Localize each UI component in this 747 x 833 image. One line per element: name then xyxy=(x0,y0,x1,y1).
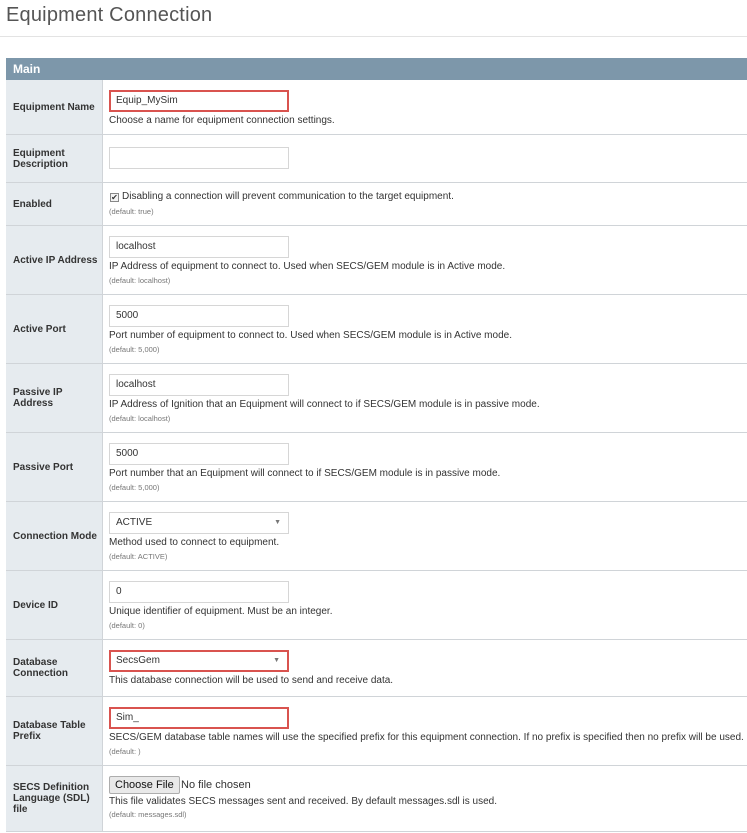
field-label: Enabled xyxy=(6,183,102,225)
field-description: Disabling a connection will prevent comm… xyxy=(122,191,454,202)
form-row-passive-port: Passive Port 5000 Port number that an Eq… xyxy=(6,433,747,502)
equipment-description-input[interactable] xyxy=(109,147,289,169)
field-default: (default: ACTIVE) xyxy=(109,552,168,561)
field-label: Device ID xyxy=(6,571,102,639)
field-description: Method used to connect to equipment. xyxy=(109,537,280,548)
form-row-equipment-name: Equipment Name Equip_MySim Choose a name… xyxy=(6,80,747,135)
form-row-enabled: Enabled ✔ Disabling a connection will pr… xyxy=(6,183,747,226)
field-description: Port number of equipment to connect to. … xyxy=(109,330,512,341)
field-default: (default: localhost) xyxy=(109,414,171,423)
field-default: (default: 0) xyxy=(109,621,145,630)
form-row-connection-mode: Connection Mode ACTIVE ▼ Method used to … xyxy=(6,502,747,571)
passive-port-input[interactable]: 5000 xyxy=(109,443,289,465)
page-title: Equipment Connection xyxy=(6,4,213,26)
field-label: Connection Mode xyxy=(6,502,102,570)
field-label: Passive Port xyxy=(6,433,102,501)
field-default: (default: ) xyxy=(109,747,141,756)
field-value-cell: SecsGem ▼ This database connection will … xyxy=(102,640,747,696)
field-default: (default: messages.sdl) xyxy=(109,810,187,819)
field-description: IP Address of Ignition that an Equipment… xyxy=(109,399,540,410)
form-row-device-id: Device ID 0 Unique identifier of equipme… xyxy=(6,571,747,640)
field-label: Active Port xyxy=(6,295,102,363)
database-connection-select[interactable]: SecsGem ▼ xyxy=(109,650,289,672)
select-value: SecsGem xyxy=(116,655,160,666)
field-value-cell: localhost IP Address of Ignition that an… xyxy=(102,364,747,432)
field-label: Database Connection xyxy=(6,640,102,696)
field-value-cell: 5000 Port number that an Equipment will … xyxy=(102,433,747,501)
field-default: (default: 5,000) xyxy=(109,483,160,492)
database-table-prefix-input[interactable]: Sim_ xyxy=(109,707,289,729)
select-value: ACTIVE xyxy=(116,517,153,528)
field-description: This file validates SECS messages sent a… xyxy=(109,796,497,807)
active-port-input[interactable]: 5000 xyxy=(109,305,289,327)
chevron-down-icon: ▼ xyxy=(273,657,280,664)
passive-ip-input[interactable]: localhost xyxy=(109,374,289,396)
file-status-text: No file chosen xyxy=(181,779,251,791)
field-value-cell: Equip_MySim Choose a name for equipment … xyxy=(102,80,747,134)
device-id-input[interactable]: 0 xyxy=(109,581,289,603)
enabled-checkbox[interactable]: ✔ xyxy=(110,193,119,202)
form-row-passive-ip: Passive IP Address localhost IP Address … xyxy=(6,364,747,433)
choose-file-button[interactable]: Choose File xyxy=(109,776,180,794)
field-default: (default: true) xyxy=(109,207,154,216)
form-row-database-connection: Database Connection SecsGem ▼ This datab… xyxy=(6,640,747,697)
field-label: Active IP Address xyxy=(6,226,102,294)
field-value-cell: Choose File No file chosen This file val… xyxy=(102,766,747,831)
field-description: This database connection will be used to… xyxy=(109,675,394,686)
field-value-cell xyxy=(102,135,747,182)
field-label: Passive IP Address xyxy=(6,364,102,432)
field-value-cell: ACTIVE ▼ Method used to connect to equip… xyxy=(102,502,747,570)
section-header-main: Main xyxy=(6,58,747,80)
form-row-active-port: Active Port 5000 Port number of equipmen… xyxy=(6,295,747,364)
field-description: Port number that an Equipment will conne… xyxy=(109,468,501,479)
field-default: (default: localhost) xyxy=(109,276,171,285)
field-value-cell: 5000 Port number of equipment to connect… xyxy=(102,295,747,363)
field-value-cell: localhost IP Address of equipment to con… xyxy=(102,226,747,294)
equipment-name-input[interactable]: Equip_MySim xyxy=(109,90,289,112)
field-label: Database Table Prefix xyxy=(6,697,102,765)
active-ip-input[interactable]: localhost xyxy=(109,236,289,258)
field-label: Equipment Name xyxy=(6,80,102,134)
form-row-equipment-description: Equipment Description xyxy=(6,135,747,183)
title-divider xyxy=(0,36,747,37)
field-label: SECS Definition Language (SDL) file xyxy=(6,766,102,831)
form-row-database-table-prefix: Database Table Prefix Sim_ SECS/GEM data… xyxy=(6,697,747,766)
field-description: IP Address of equipment to connect to. U… xyxy=(109,261,506,272)
field-value-cell: Sim_ SECS/GEM database table names will … xyxy=(102,697,747,765)
field-label: Equipment Description xyxy=(6,135,102,182)
chevron-down-icon: ▼ xyxy=(274,519,281,526)
field-default: (default: 5,000) xyxy=(109,345,160,354)
form-row-active-ip: Active IP Address localhost IP Address o… xyxy=(6,226,747,295)
connection-mode-select[interactable]: ACTIVE ▼ xyxy=(109,512,289,534)
field-description: Choose a name for equipment connection s… xyxy=(109,115,335,126)
field-value-cell: 0 Unique identifier of equipment. Must b… xyxy=(102,571,747,639)
field-description: Unique identifier of equipment. Must be … xyxy=(109,606,333,617)
field-description: SECS/GEM database table names will use t… xyxy=(109,732,744,743)
form-row-sdl-file: SECS Definition Language (SDL) file Choo… xyxy=(6,766,747,832)
field-value-cell: ✔ Disabling a connection will prevent co… xyxy=(102,183,747,225)
